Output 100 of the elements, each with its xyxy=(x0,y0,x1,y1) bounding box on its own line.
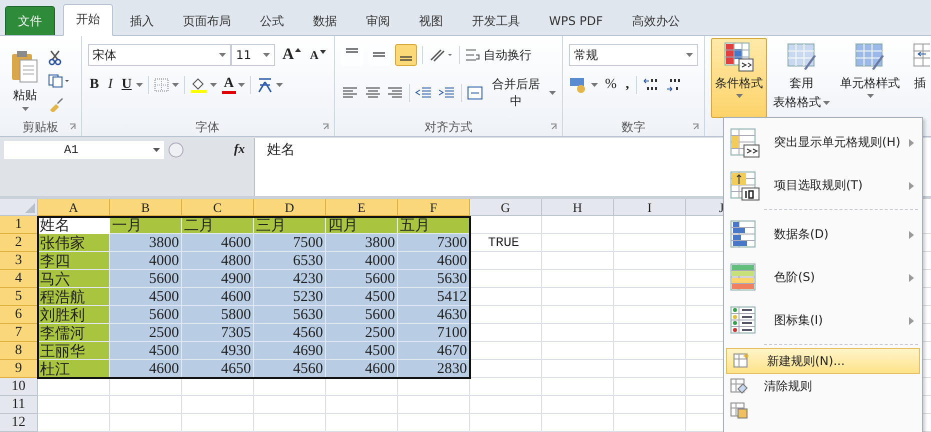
menu-item[interactable]: 色阶(S) xyxy=(724,256,922,299)
italic-button[interactable]: I xyxy=(106,77,115,93)
grid-chart-icon xyxy=(723,41,755,73)
ribbon-tab[interactable]: 文件 xyxy=(5,6,55,35)
cut-icon[interactable] xyxy=(48,50,62,66)
text-orientation-icon[interactable] xyxy=(428,47,454,63)
caret-icon[interactable] xyxy=(591,83,598,87)
table-cell: 杜江 xyxy=(38,360,110,378)
conditional-format-button[interactable]: 条件格式 xyxy=(711,38,767,118)
wrap-text-button[interactable]: 自动换行 xyxy=(464,46,532,64)
table-cell: 张伟家 xyxy=(38,234,110,252)
ribbon-tab[interactable]: 视图 xyxy=(407,7,455,35)
column-header[interactable]: B xyxy=(110,199,182,216)
menu-item[interactable]: 图标集(I) xyxy=(724,299,922,342)
row-header[interactable]: 5 xyxy=(0,288,38,306)
caret-icon[interactable] xyxy=(238,83,245,87)
align-center-icon[interactable] xyxy=(364,86,382,100)
caret-icon xyxy=(22,106,28,110)
table-cell: 4560 xyxy=(254,324,326,342)
table-cell: 7500 xyxy=(254,234,326,252)
comma-style-button[interactable]: , xyxy=(624,77,632,93)
row-header[interactable]: 11 xyxy=(0,396,38,414)
paste-button[interactable]: 粘贴 xyxy=(10,48,40,110)
insert-button[interactable]: 插 xyxy=(906,38,931,118)
ribbon-tab[interactable]: 插入 xyxy=(118,7,166,35)
caret-icon[interactable] xyxy=(276,83,283,87)
ribbon-tab[interactable]: 开发工具 xyxy=(460,7,532,35)
grow-font-button[interactable]: A xyxy=(280,46,303,64)
row-header[interactable]: 12 xyxy=(0,414,38,432)
border-icon[interactable] xyxy=(154,78,170,92)
row-header[interactable]: 2 xyxy=(0,234,38,252)
table-cell: 7100 xyxy=(398,324,470,342)
row-header[interactable]: 6 xyxy=(0,306,38,324)
increase-indent-icon[interactable] xyxy=(438,86,456,100)
copy-icon[interactable] xyxy=(48,74,70,88)
row-header[interactable]: 7 xyxy=(0,324,38,342)
ribbon-tab[interactable]: 页面布局 xyxy=(171,7,243,35)
caret-icon xyxy=(320,50,326,54)
ribbon-tab[interactable]: 公式 xyxy=(248,7,296,35)
fill-color-icon[interactable] xyxy=(190,77,208,93)
row-header[interactable]: 3 xyxy=(0,252,38,270)
format-painter-icon[interactable] xyxy=(48,96,64,112)
row-header[interactable]: 4 xyxy=(0,270,38,288)
font-name-field[interactable]: 宋体 xyxy=(88,44,232,66)
column-header[interactable]: G xyxy=(470,199,542,216)
column-header[interactable]: H xyxy=(542,199,614,216)
bold-button[interactable]: B xyxy=(88,77,101,93)
cell-styles-button[interactable]: 单元格样式 xyxy=(836,38,904,118)
number-format-field[interactable]: 常规 xyxy=(569,44,698,66)
menu-item[interactable]: 新建规则(N)... xyxy=(726,348,920,374)
ribbon-tab[interactable]: 数据 xyxy=(301,7,349,35)
font-size-field[interactable]: 11 xyxy=(231,44,276,66)
ribbon-tab[interactable]: 高效办公 xyxy=(620,7,692,35)
percent-button[interactable]: % xyxy=(603,77,619,93)
table-cell: 5630 xyxy=(398,270,470,288)
underline-button[interactable]: U xyxy=(120,77,134,93)
table-cell: 7300 xyxy=(398,234,470,252)
table-cell: 4500 xyxy=(110,288,182,306)
column-header[interactable]: F xyxy=(398,199,470,216)
column-header[interactable]: E xyxy=(326,199,398,216)
resize-handle-icon[interactable] xyxy=(168,142,184,158)
row-header[interactable]: 1 xyxy=(0,216,38,234)
column-header[interactable]: I xyxy=(614,199,686,216)
dialog-launcher-icon[interactable] xyxy=(68,123,77,131)
insert-function-button[interactable]: fx xyxy=(234,141,248,157)
dialog-launcher-icon[interactable] xyxy=(550,123,558,131)
dialog-launcher-icon[interactable] xyxy=(692,123,700,131)
table-cell: 4600 xyxy=(182,288,254,306)
font-color-button[interactable]: A xyxy=(222,76,236,94)
caret-icon[interactable] xyxy=(136,83,143,87)
ribbon-tab[interactable]: WPS PDF xyxy=(537,7,615,35)
ribbon-tab[interactable]: 审阅 xyxy=(354,7,402,35)
table-brush-icon xyxy=(854,41,886,73)
column-header[interactable]: A xyxy=(38,199,110,216)
decrease-indent-icon[interactable] xyxy=(415,86,434,100)
caret-icon xyxy=(153,148,160,152)
menu-item[interactable]: 数据条(D) xyxy=(724,213,922,256)
align-left-icon[interactable] xyxy=(340,86,359,100)
name-box[interactable]: A1 xyxy=(4,141,164,159)
column-header[interactable]: D xyxy=(254,199,326,216)
table-cell: 4230 xyxy=(254,270,326,288)
table-cell: 4500 xyxy=(326,342,398,360)
row-header[interactable]: 8 xyxy=(0,342,38,360)
table-cell: 4650 xyxy=(182,360,254,378)
caret-icon[interactable] xyxy=(172,83,179,87)
dialog-launcher-icon[interactable] xyxy=(322,123,330,131)
column-header[interactable]: C xyxy=(182,199,254,216)
align-bottom-icon[interactable] xyxy=(394,44,417,66)
shrink-font-button[interactable]: A xyxy=(308,48,328,62)
merge-center-button[interactable]: 合并后居中 xyxy=(467,76,556,110)
phonetic-icon[interactable] xyxy=(256,76,274,94)
caret-icon xyxy=(866,94,874,98)
table-format-button[interactable]: 套用 表格格式 xyxy=(769,38,834,118)
row-header[interactable]: 9 xyxy=(0,360,38,378)
table-cell: 7305 xyxy=(182,324,254,342)
ribbon-tab[interactable]: 开始 xyxy=(63,4,113,36)
caret-icon[interactable] xyxy=(210,83,217,87)
row-header[interactable]: 10 xyxy=(0,378,38,396)
menu-item[interactable]: 清除规则 xyxy=(724,374,922,398)
align-right-icon[interactable] xyxy=(386,86,404,100)
